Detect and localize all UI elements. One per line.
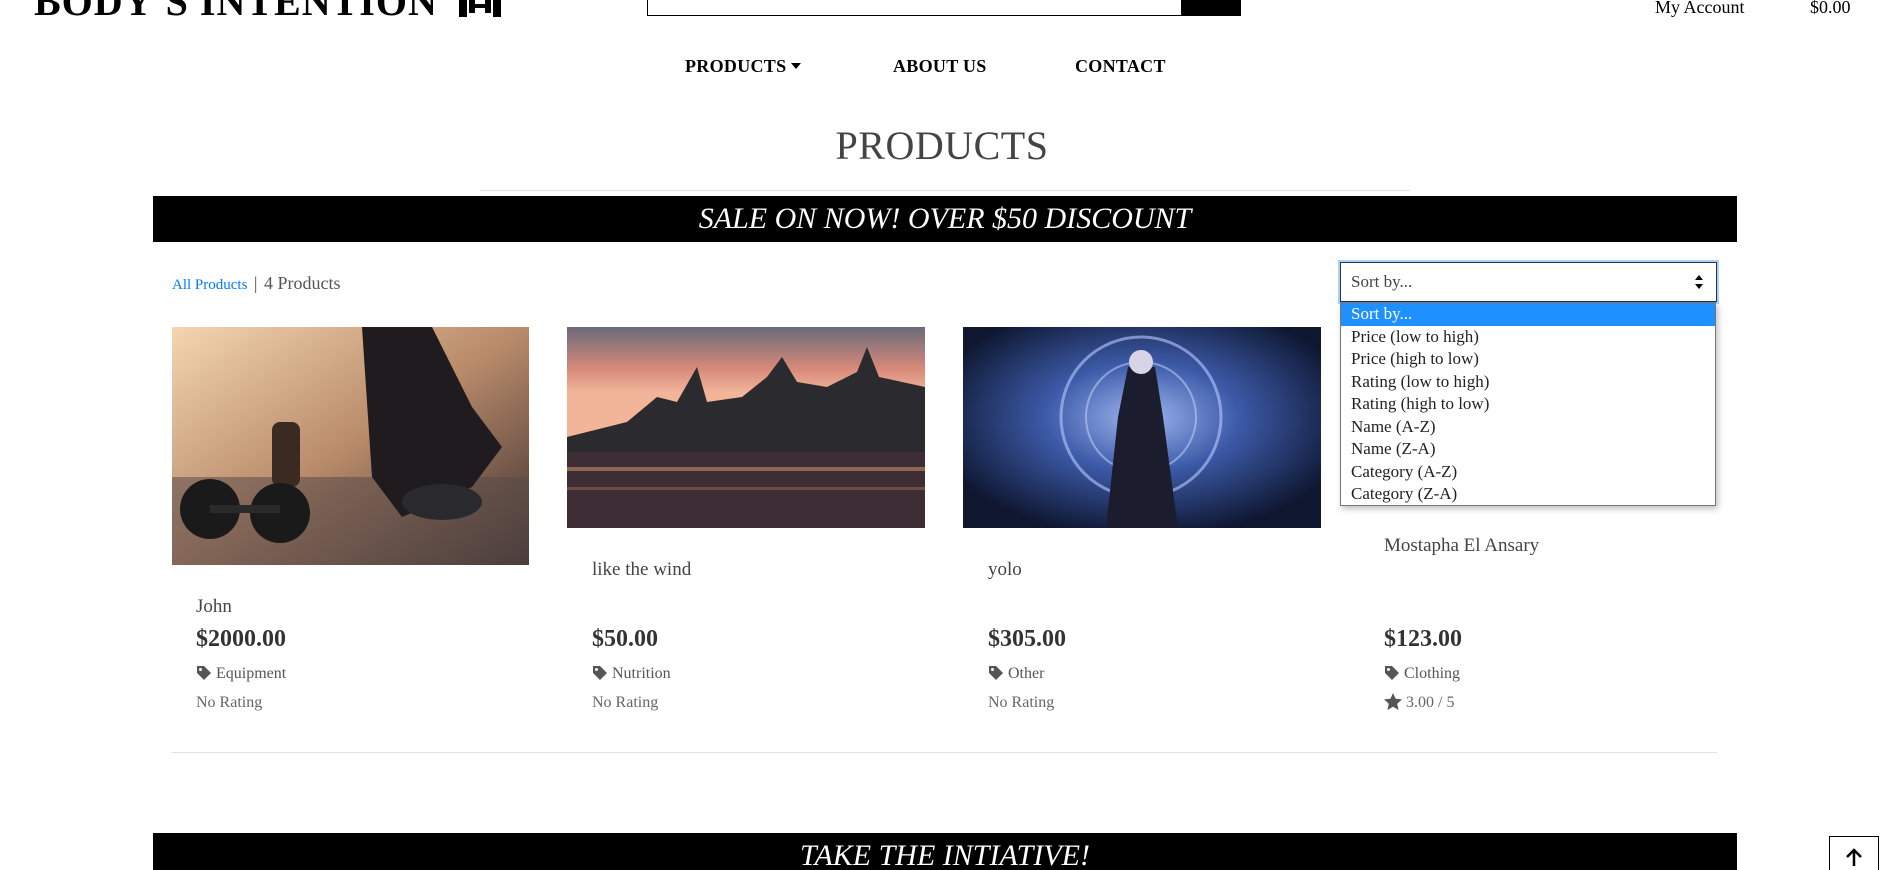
- back-to-top-button[interactable]: [1829, 836, 1879, 870]
- product-name[interactable]: Mostapha El Ansary: [1384, 535, 1539, 557]
- sort-option[interactable]: Price (high to low): [1341, 348, 1715, 371]
- nav-contact[interactable]: CONTACT: [1075, 56, 1166, 77]
- sort-option[interactable]: Name (A-Z): [1341, 416, 1715, 439]
- my-account-link[interactable]: My Account: [1655, 0, 1745, 18]
- sort-selected-value: Sort by...: [1351, 272, 1413, 291]
- initiative-banner-text: TAKE THE INTIATIVE!: [800, 839, 1090, 870]
- logo-text: BODY'S INTENTION: [34, 0, 438, 24]
- page-title: PRODUCTS: [835, 123, 1049, 168]
- nav-about-us[interactable]: ABOUT US: [893, 56, 987, 77]
- product-rating: No Rating: [196, 694, 263, 711]
- product-category[interactable]: Equipment: [196, 665, 286, 683]
- product-price: $305.00: [988, 626, 1066, 652]
- arrow-up-icon: [1846, 847, 1862, 866]
- sort-option[interactable]: Category (A-Z): [1341, 461, 1715, 484]
- search-input[interactable]: [647, 0, 1182, 16]
- sort-option[interactable]: Category (Z-A): [1341, 483, 1715, 506]
- breadcrumb: All Products | 4 Products: [172, 273, 341, 294]
- nav-products-label: PRODUCTS: [685, 56, 787, 76]
- caret-down-icon: [791, 63, 802, 70]
- sale-banner: SALE ON NOW! OVER $50 DISCOUNT: [153, 196, 1737, 242]
- product-name[interactable]: yolo: [988, 559, 1022, 581]
- breadcrumb-separator: |: [253, 273, 258, 293]
- sort-option[interactable]: Rating (low to high): [1341, 371, 1715, 394]
- product-category-label: Equipment: [216, 665, 287, 682]
- product-category[interactable]: Clothing: [1384, 665, 1460, 683]
- sort-option[interactable]: Name (Z-A): [1341, 438, 1715, 461]
- product-price: $123.00: [1384, 626, 1462, 652]
- product-rating: 3.00 / 5: [1384, 693, 1455, 712]
- title-divider: [480, 190, 1410, 191]
- product-rating: No Rating: [988, 694, 1055, 711]
- product-count: 4 Products: [264, 273, 341, 293]
- sort-select[interactable]: Sort by...: [1340, 262, 1717, 302]
- sort-arrows-icon: [1695, 275, 1703, 289]
- product-rating: No Rating: [592, 694, 659, 711]
- initiative-banner: TAKE THE INTIATIVE!: [153, 833, 1737, 870]
- product-name[interactable]: like the wind: [592, 559, 691, 581]
- tag-icon: [1385, 665, 1399, 680]
- star-icon: [1384, 693, 1402, 711]
- tag-icon: [989, 665, 1003, 680]
- nav-products[interactable]: PRODUCTS: [685, 56, 802, 77]
- product-image[interactable]: [567, 327, 925, 528]
- product-category[interactable]: Nutrition: [592, 665, 671, 683]
- dumbbell-icon: [455, 0, 503, 29]
- product-image[interactable]: [963, 327, 1321, 528]
- tag-icon: [197, 665, 211, 680]
- search-button[interactable]: [1181, 0, 1241, 16]
- product-category-label: Clothing: [1404, 665, 1461, 682]
- sort-option[interactable]: Price (low to high): [1341, 326, 1715, 349]
- product-category[interactable]: Other: [988, 665, 1044, 683]
- product-name[interactable]: John: [196, 596, 232, 618]
- sort-options-list: Sort by... Price (low to high) Price (hi…: [1340, 302, 1716, 506]
- product-rating-value: 3.00 / 5: [1406, 694, 1455, 711]
- product-price: $2000.00: [196, 626, 286, 652]
- product-image[interactable]: [172, 327, 529, 565]
- all-products-link[interactable]: All Products: [172, 277, 247, 293]
- cart-total-link[interactable]: $0.00: [1810, 0, 1851, 18]
- product-category-label: Other: [1008, 665, 1045, 682]
- tag-icon: [593, 665, 607, 680]
- sort-option[interactable]: Rating (high to low): [1341, 393, 1715, 416]
- product-category-label: Nutrition: [612, 665, 671, 682]
- products-divider: [172, 752, 1717, 753]
- sort-option[interactable]: Sort by...: [1341, 303, 1715, 326]
- site-logo[interactable]: BODY'S INTENTION: [34, 0, 503, 29]
- product-price: $50.00: [592, 626, 658, 652]
- sale-banner-text: SALE ON NOW! OVER $50 DISCOUNT: [698, 202, 1192, 235]
